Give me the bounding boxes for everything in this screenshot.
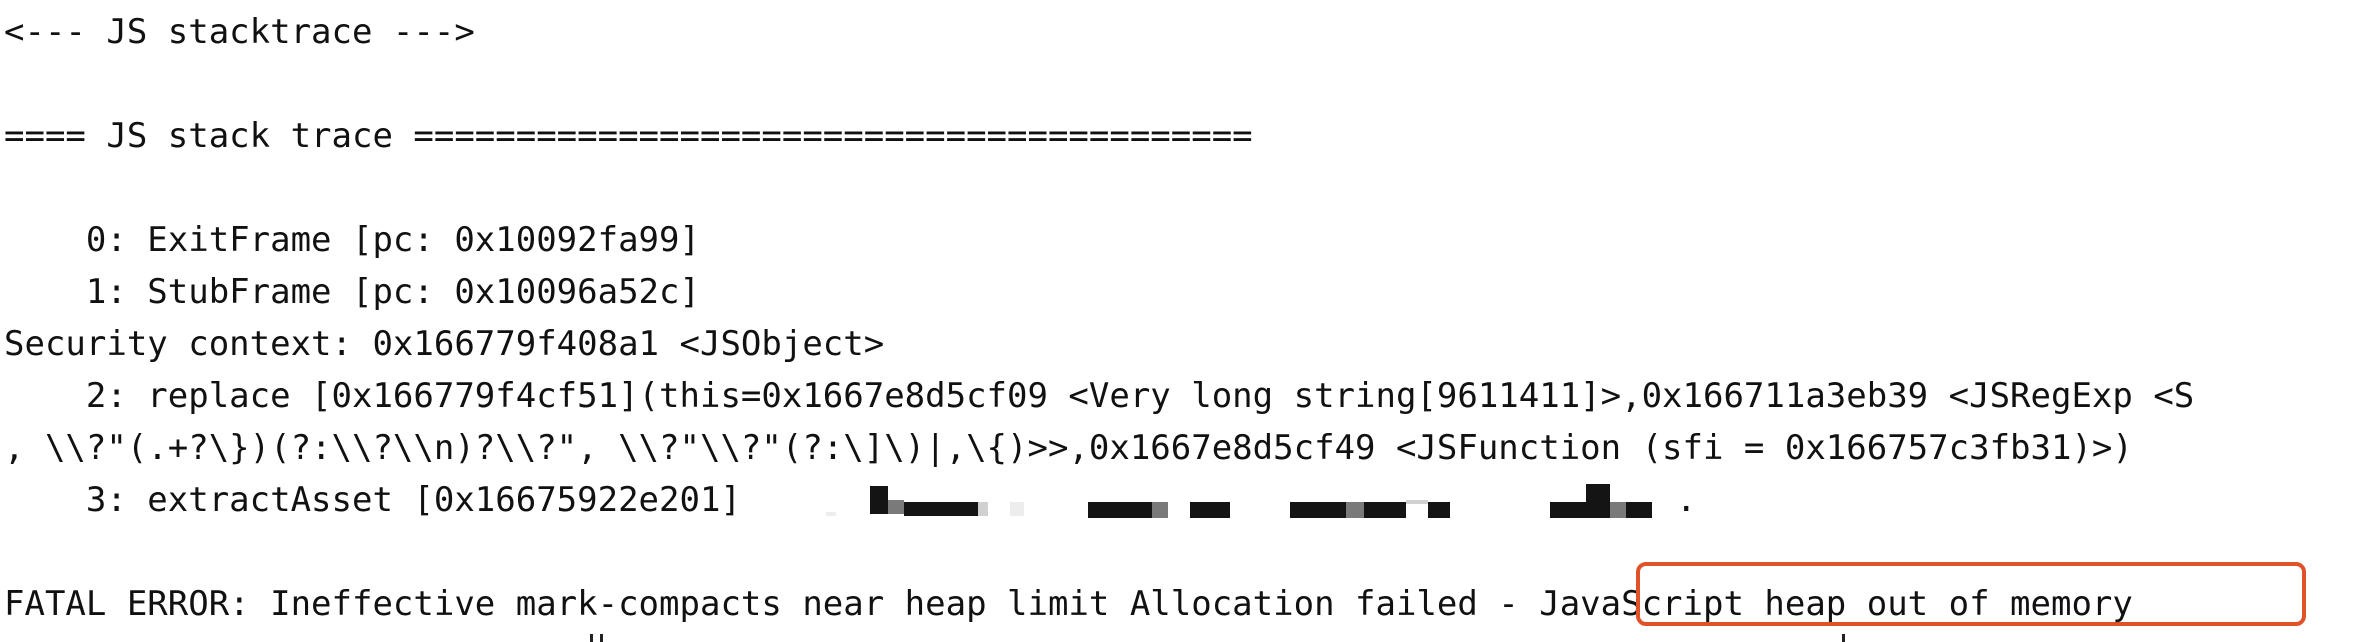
highlight-annotation-box (1636, 562, 2306, 626)
stack-trace-divider: ==== JS stack trace ====================… (4, 116, 1253, 156)
stack-frame-0: 0: ExitFrame [pc: 0x10092fa99] (4, 220, 700, 260)
stack-frame-2-continuation: , \\?"(.+?\})(?:\\?\\n)?\\?", \\?"\\?"(?… (4, 428, 2133, 468)
terminal-output: <--- JS stacktrace ---> ==== JS stack tr… (0, 0, 2358, 642)
stack-frame-2: 2: replace [0x166779f4cf51](this=0x1667e… (4, 376, 2195, 416)
security-context-line: Security context: 0x166779f408a1 <JSObje… (4, 324, 885, 364)
stack-frame-1: 1: StubFrame [pc: 0x10096a52c] (4, 272, 700, 312)
stacktrace-header: <--- JS stacktrace ---> (4, 12, 475, 52)
stack-frame-3: 3: extractAsset [0x16675922e201] (4, 480, 741, 520)
redaction-trailing-mark: . (1676, 480, 1697, 520)
